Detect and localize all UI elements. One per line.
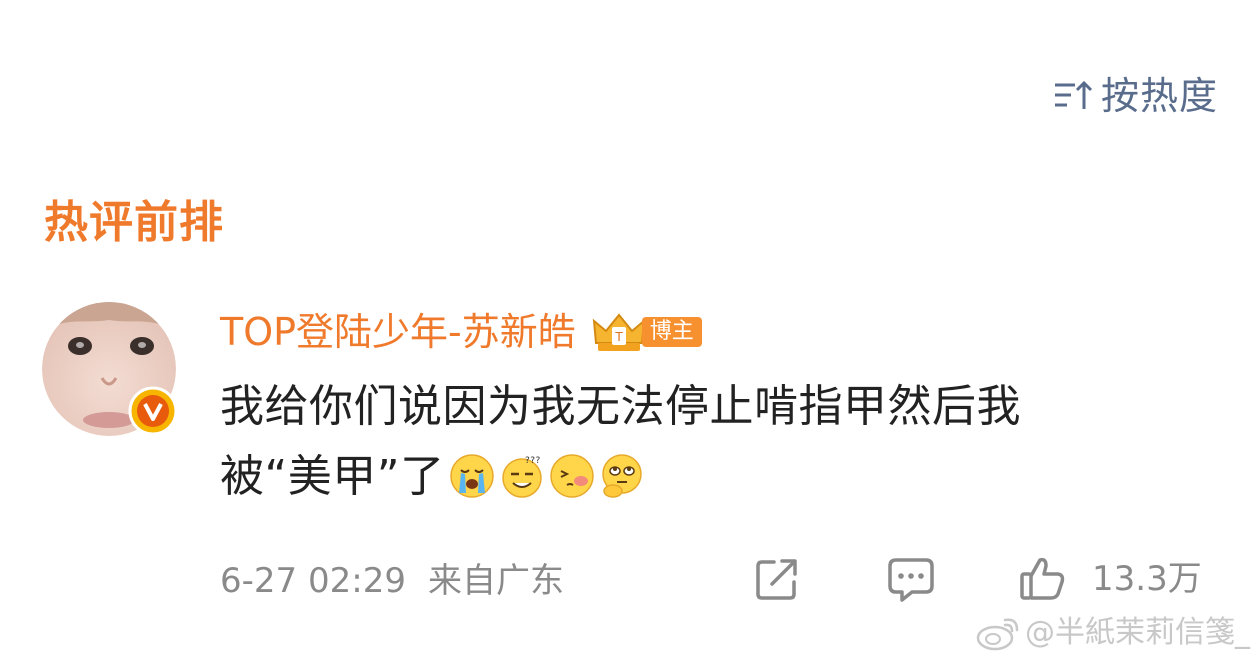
comment-icon <box>888 558 934 602</box>
weibo-icon <box>976 618 1019 651</box>
share-icon <box>756 559 797 600</box>
comment-button[interactable] <box>886 554 936 604</box>
section-title: 热评前排 <box>44 197 224 248</box>
username[interactable]: TOP登陆少年-苏新皓 <box>220 308 576 356</box>
username-row: TOP登陆少年-苏新皓 T 博主 <box>220 304 702 360</box>
comment-screen: 按热度 热评前排 TOP登陆少年-苏新皓 T 博主 我给你们说因为我无法停止啃指… <box>0 0 1260 659</box>
comment-meta: 6-27 02:29 来自广东 <box>220 556 564 606</box>
share-button[interactable] <box>752 554 802 604</box>
confused-emoji: ??? <box>499 453 545 499</box>
svg-text:T: T <box>614 330 623 344</box>
comment-location: 来自广东 <box>427 561 564 601</box>
verified-v-icon <box>128 386 178 436</box>
thinking-emoji <box>599 453 645 499</box>
comment-date: 6-27 02:29 <box>220 561 406 601</box>
watermark: @半紙茉莉信箋_ <box>975 613 1250 653</box>
crying-emoji <box>449 453 495 499</box>
crown-icon: T <box>592 313 645 351</box>
author-tag: 博主 <box>641 317 702 347</box>
user-avatar[interactable] <box>42 302 178 436</box>
comment-text: 我给你们说因为我无法停止啃指甲然后我 被“美甲”了 ??? <box>220 372 1200 512</box>
like-button[interactable]: 13.3万 <box>1018 554 1202 604</box>
svg-text:???: ??? <box>525 456 541 466</box>
sort-label: 按热度 <box>1100 74 1218 118</box>
shy-emoji <box>549 453 595 499</box>
comment-line-2: 被“美甲”了 ??? <box>220 442 1200 512</box>
watermark-text: @半紙茉莉信箋_ <box>1025 615 1250 650</box>
sort-icon <box>1054 80 1093 109</box>
like-count: 13.3万 <box>1092 559 1202 599</box>
sort-by-hot-button[interactable]: 按热度 <box>1051 74 1218 118</box>
comment-line-1: 我给你们说因为我无法停止啃指甲然后我 <box>220 381 1021 432</box>
comment-line-2-text: 被“美甲”了 <box>220 451 445 502</box>
like-icon <box>1020 557 1065 600</box>
